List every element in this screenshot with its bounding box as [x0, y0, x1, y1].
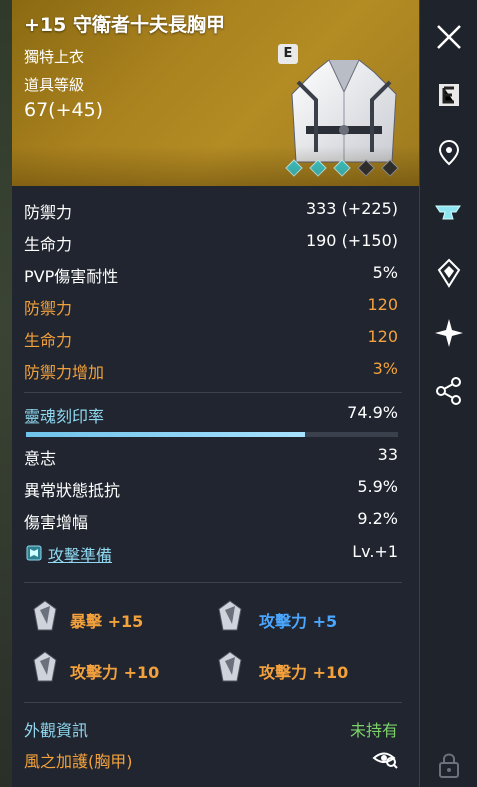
- manastone-icon: [218, 600, 242, 631]
- bonus-stat-label: 生命力: [24, 331, 73, 350]
- soul-stat-row: 異常狀態抵抗 5.9%: [12, 472, 420, 502]
- soul-stat-row: 傷害增幅 9.2%: [12, 504, 420, 534]
- preview-eye-icon[interactable]: [372, 749, 398, 769]
- stat-row: PVP傷害耐性 5%: [12, 258, 420, 288]
- soul-progress-fill: [26, 432, 305, 437]
- soul-stat-label: 意志: [24, 449, 57, 468]
- soul-progress-bar: [26, 432, 398, 437]
- soul-stat-value: 33: [377, 445, 398, 464]
- manastone-label: 攻擊力 +10: [259, 663, 349, 682]
- background-strip: [0, 0, 12, 787]
- stat-row: 生命力 190 (+150): [12, 226, 420, 256]
- stat-value: 190 (+150): [305, 231, 398, 250]
- bonus-stat-row: 防禦力增加 3%: [12, 354, 420, 384]
- manastone-icon: [33, 651, 57, 682]
- divider: [24, 702, 402, 703]
- manastone-label: 攻擊力 +10: [70, 663, 160, 682]
- stat-value: 5%: [372, 263, 398, 282]
- bonus-stat-row: 防禦力 120: [12, 290, 420, 320]
- appearance-name-row: 風之加護(胸甲): [12, 743, 420, 773]
- appearance-row: 外觀資訊 未持有: [12, 712, 420, 742]
- item-title: +15 守衛者十夫長胸甲: [24, 14, 225, 36]
- skill-book-icon: [26, 545, 42, 561]
- soul-stat-value: 5.9%: [357, 477, 398, 496]
- appearance-label: 外觀資訊: [24, 721, 89, 740]
- item-level: 67(+45): [24, 99, 104, 121]
- soul-value: 74.9%: [347, 403, 398, 422]
- manastone-label: 攻擊力 +5: [259, 612, 338, 631]
- bonus-stat-row: 生命力 120: [12, 322, 420, 352]
- bonus-stat-label: 防禦力: [24, 299, 73, 318]
- stat-label: PVP傷害耐性: [24, 267, 119, 286]
- bonus-stat-value: 3%: [372, 359, 398, 378]
- soul-row: 靈魂刻印率 74.9%: [12, 398, 420, 428]
- stat-value: 333 (+225): [305, 199, 398, 218]
- enhance-slots: [285, 159, 399, 177]
- anvil-icon[interactable]: [434, 198, 464, 228]
- divider: [24, 582, 402, 583]
- appearance-status: 未持有: [349, 721, 398, 740]
- manastone-icon: [33, 600, 57, 631]
- grade-badge: E: [278, 44, 298, 64]
- divider: [24, 392, 402, 393]
- item-tooltip: +15 守衛者十夫長胸甲 獨特上衣 道具等級 67(+45) E 防禦力 333…: [12, 0, 420, 787]
- bonus-stat-label: 防禦力增加: [24, 363, 105, 382]
- manastone-icon: [218, 651, 242, 682]
- item-level-label: 道具等級: [24, 76, 85, 94]
- manastone-label: 暴擊 +15: [70, 612, 144, 631]
- close-icon[interactable]: [434, 22, 464, 52]
- soul-stat-value: 9.2%: [357, 509, 398, 528]
- stat-label: 生命力: [24, 235, 73, 254]
- bonus-stat-value: 120: [367, 295, 398, 314]
- skill-row[interactable]: 攻擊準備 Lv.+1: [12, 537, 420, 567]
- share-icon[interactable]: [434, 376, 464, 406]
- item-header: +15 守衛者十夫長胸甲 獨特上衣 道具等級 67(+45) E: [12, 0, 419, 186]
- crystal-icon[interactable]: [434, 258, 464, 288]
- e-badge-icon[interactable]: [434, 80, 464, 110]
- skill-value: Lv.+1: [352, 542, 398, 561]
- soul-stat-label: 傷害增幅: [24, 513, 89, 532]
- lock-icon[interactable]: [434, 750, 464, 780]
- stat-label: 防禦力: [24, 203, 73, 222]
- soul-stat-label: 異常狀態抵抗: [24, 481, 121, 500]
- sparkle-icon[interactable]: [434, 318, 464, 348]
- bonus-stat-value: 120: [367, 327, 398, 346]
- appearance-name: 風之加護(胸甲): [24, 752, 133, 771]
- soul-label: 靈魂刻印率: [24, 407, 105, 426]
- soul-stat-row: 意志 33: [12, 440, 420, 470]
- item-type: 獨特上衣: [24, 48, 85, 66]
- skill-link[interactable]: 攻擊準備: [48, 542, 112, 566]
- stat-row: 防禦力 333 (+225): [12, 194, 420, 224]
- location-pin-icon[interactable]: [434, 138, 464, 168]
